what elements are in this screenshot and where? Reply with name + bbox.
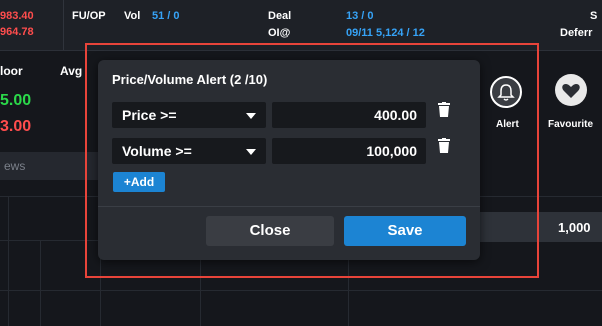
oi-label: OI@ <box>268 27 291 39</box>
order-quantity-value: 1,000 <box>558 220 591 235</box>
down-value: 3.00 <box>0 118 32 135</box>
avg-label: Avg <box>60 64 83 78</box>
vol-value: 51 / 0 <box>152 10 180 22</box>
favourite-button[interactable] <box>555 74 587 106</box>
header-right-label-top: S <box>590 10 598 22</box>
up-value: 5.00 <box>0 92 32 109</box>
deal-label: Deal <box>268 10 292 22</box>
highlight-box <box>85 43 539 278</box>
oi-value: 09/11 5,124 / 12 <box>346 27 425 39</box>
favourite-label: Favourite <box>548 119 594 130</box>
header-right-label-bottom: Deferr <box>560 27 593 39</box>
fuop-label: FU/OP <box>72 10 106 22</box>
header-separator <box>63 0 64 50</box>
last-price-value: 983.40 <box>0 10 34 22</box>
news-tab-label: ews <box>4 159 26 173</box>
prev-price-value: 964.78 <box>0 26 34 38</box>
deal-value: 13 / 0 <box>346 10 374 22</box>
heart-icon <box>562 84 580 98</box>
grid-line <box>40 240 41 326</box>
grid-line <box>0 290 602 291</box>
floor-label: loor <box>0 64 23 78</box>
grid-line <box>8 196 9 326</box>
vol-label: Vol <box>124 10 141 22</box>
